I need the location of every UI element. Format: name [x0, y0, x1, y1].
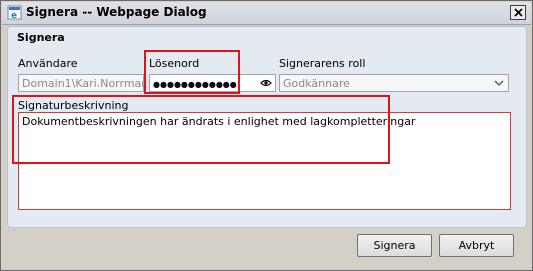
chevron-down-icon[interactable] [492, 77, 506, 89]
svg-text:e: e [11, 11, 17, 20]
group-title: Signera [17, 31, 65, 44]
description-label: Signaturbeskrivning [18, 99, 129, 112]
password-value: ●●●●●●●●●●●● [153, 80, 237, 89]
dialog-window: e Signera -- Webpage Dialog Signera Anvä… [0, 0, 533, 271]
user-field[interactable]: Domain1\Kari.Norrman [18, 74, 144, 92]
cancel-button[interactable]: Avbryt [439, 234, 514, 257]
role-label: Signerarens roll [279, 57, 366, 70]
window-title: Signera -- Webpage Dialog [26, 5, 207, 19]
role-selected-value: Godkännare [283, 77, 350, 90]
close-icon [514, 8, 523, 17]
close-button[interactable] [510, 5, 526, 20]
title-bar[interactable]: e Signera -- Webpage Dialog [2, 2, 531, 25]
ie-page-icon: e [7, 5, 22, 21]
role-select[interactable]: Godkännare [279, 74, 509, 92]
sign-button[interactable]: Signera [357, 234, 432, 257]
password-field[interactable]: ●●●●●●●●●●●● [149, 74, 276, 92]
password-label: Lösenord [149, 57, 200, 70]
show-password-icon[interactable] [260, 78, 272, 88]
user-label: Användare [18, 57, 78, 70]
description-textarea[interactable]: Dokumentbeskrivningen har ändrats i enli… [18, 112, 511, 210]
sign-group-panel: Signera Användare Domain1\Kari.Norrman L… [7, 26, 527, 228]
